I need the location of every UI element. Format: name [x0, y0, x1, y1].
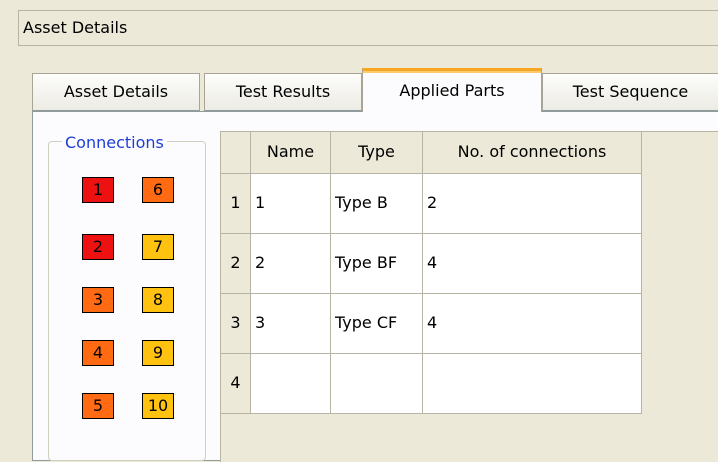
- tab-test-sequence[interactable]: Test Sequence: [542, 73, 718, 111]
- window-title: Asset Details: [23, 18, 128, 37]
- connection-5[interactable]: 5: [82, 393, 114, 419]
- connection-label: 9: [152, 343, 164, 362]
- tab-test-results[interactable]: Test Results: [204, 73, 362, 111]
- cell-name[interactable]: 2: [251, 234, 331, 294]
- row-header[interactable]: 2: [221, 234, 251, 294]
- column-header-name[interactable]: Name: [251, 132, 331, 174]
- connection-label: 10: [147, 396, 169, 415]
- connections-group: [48, 141, 206, 461]
- cell-name[interactable]: [251, 354, 331, 414]
- connection-4[interactable]: 4: [82, 340, 114, 366]
- column-header-label: Type: [358, 142, 395, 161]
- cell-connections[interactable]: [423, 354, 642, 414]
- tab-label: Test Results: [235, 82, 331, 101]
- connection-1[interactable]: 1: [82, 177, 114, 203]
- connection-7[interactable]: 7: [142, 234, 174, 260]
- connection-label: 6: [152, 180, 164, 199]
- column-header-connections[interactable]: No. of connections: [423, 132, 642, 174]
- column-header-label: Name: [266, 142, 315, 161]
- row-header[interactable]: 3: [221, 294, 251, 354]
- tab-label: Applied Parts: [399, 81, 505, 100]
- cell-type[interactable]: Type CF: [331, 294, 423, 354]
- cell-name[interactable]: 1: [251, 174, 331, 234]
- connection-label: 8: [152, 290, 164, 309]
- tab-label: Test Sequence: [572, 82, 689, 101]
- connection-10[interactable]: 10: [142, 393, 174, 419]
- connection-label: 1: [92, 180, 104, 199]
- tab-label: Asset Details: [63, 82, 169, 101]
- cell-type[interactable]: [331, 354, 423, 414]
- connection-label: 2: [92, 237, 104, 256]
- connection-label: 5: [92, 396, 104, 415]
- connection-8[interactable]: 8: [142, 287, 174, 313]
- tab-asset-details[interactable]: Asset Details: [32, 73, 200, 111]
- row-header[interactable]: 1: [221, 174, 251, 234]
- cell-connections[interactable]: 2: [423, 174, 642, 234]
- row-header[interactable]: 4: [221, 354, 251, 414]
- connection-9[interactable]: 9: [142, 340, 174, 366]
- connection-6[interactable]: 6: [142, 177, 174, 203]
- connection-label: 3: [92, 290, 104, 309]
- connection-label: 4: [92, 343, 104, 362]
- connections-group-label: Connections: [62, 133, 167, 153]
- grid-corner-header[interactable]: [221, 132, 251, 174]
- cell-type[interactable]: Type B: [331, 174, 423, 234]
- tab-applied-parts[interactable]: Applied Parts: [362, 68, 542, 112]
- column-header-label: No. of connections: [457, 142, 607, 161]
- connection-2[interactable]: 2: [82, 234, 114, 260]
- cell-type[interactable]: Type BF: [331, 234, 423, 294]
- connection-3[interactable]: 3: [82, 287, 114, 313]
- column-header-type[interactable]: Type: [331, 132, 423, 174]
- window-title-bar: Asset Details: [18, 10, 718, 46]
- cell-connections[interactable]: 4: [423, 294, 642, 354]
- cell-name[interactable]: 3: [251, 294, 331, 354]
- cell-connections[interactable]: 4: [423, 234, 642, 294]
- connection-label: 7: [152, 237, 164, 256]
